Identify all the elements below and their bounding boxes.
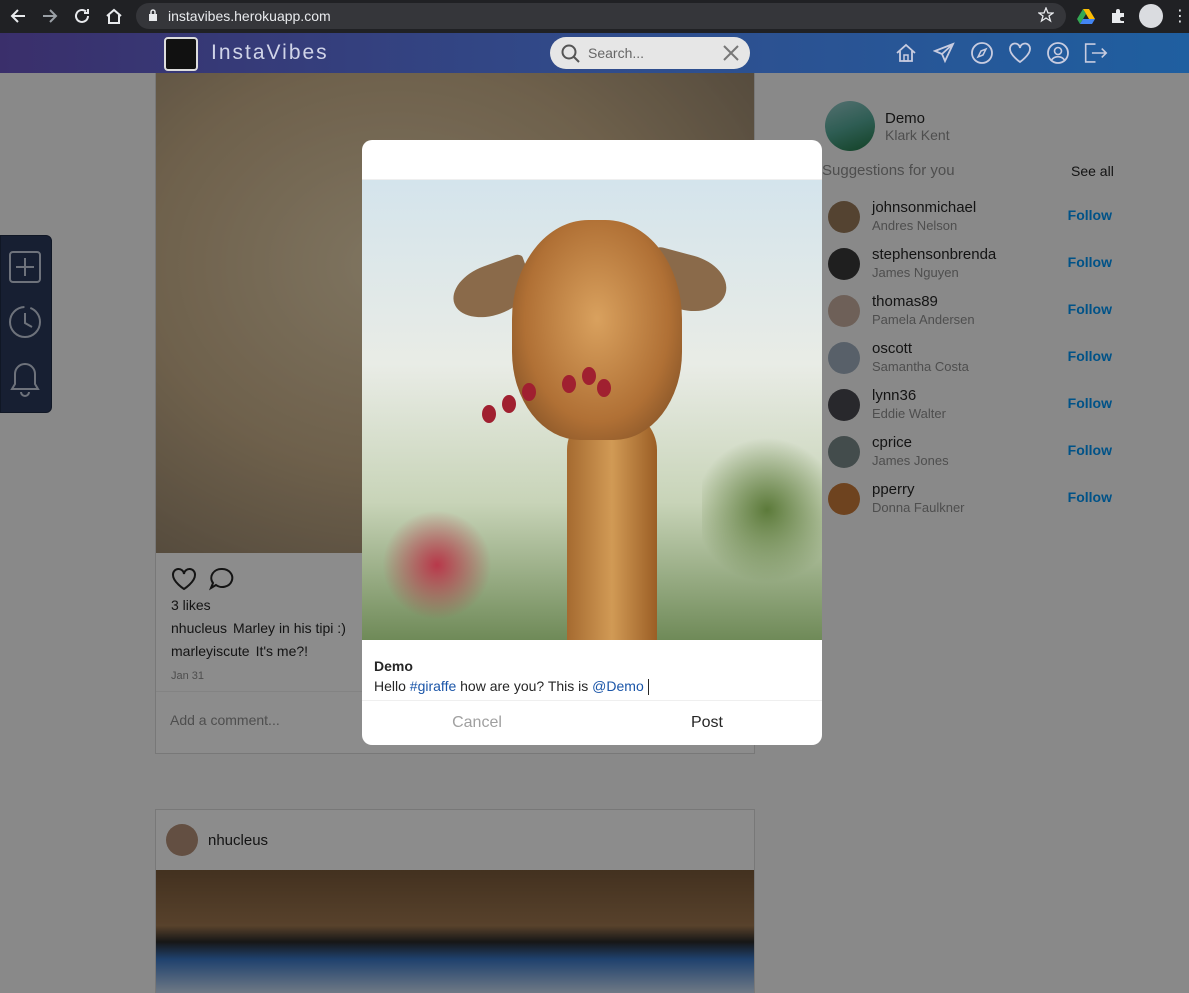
- url-text: instavibes.herokuapp.com: [168, 8, 331, 24]
- modal-header: [362, 140, 822, 180]
- app-logo[interactable]: [164, 37, 198, 71]
- brand-name[interactable]: InstaVibes: [211, 41, 329, 65]
- forward-icon[interactable]: [34, 2, 66, 30]
- hashtag-link[interactable]: #giraffe: [410, 678, 456, 694]
- drive-extension-icon[interactable]: [1074, 4, 1098, 28]
- home-icon[interactable]: [893, 41, 918, 65]
- post-preview-image: [362, 180, 822, 640]
- bookmark-star-icon[interactable]: [1037, 6, 1055, 26]
- address-bar[interactable]: instavibes.herokuapp.com: [136, 3, 1066, 29]
- caption-text: how are you? This is: [456, 678, 593, 694]
- caption-input[interactable]: Hello #giraffe how are you? This is @Dem…: [374, 678, 810, 696]
- clear-search-icon[interactable]: [722, 44, 740, 65]
- lock-icon: [148, 8, 158, 24]
- logout-icon[interactable]: [1083, 41, 1108, 65]
- home-icon[interactable]: [98, 2, 130, 30]
- cancel-button[interactable]: Cancel: [362, 701, 592, 745]
- direct-message-icon[interactable]: [931, 41, 956, 65]
- profile-icon[interactable]: [1045, 41, 1070, 65]
- post-button[interactable]: Post: [592, 701, 822, 745]
- extensions-puzzle-icon[interactable]: [1106, 4, 1130, 28]
- search-input[interactable]: Search...: [550, 37, 750, 69]
- heart-icon[interactable]: [1007, 41, 1032, 65]
- text-cursor: [647, 679, 649, 696]
- browser-toolbar: instavibes.herokuapp.com ⋮: [0, 0, 1189, 33]
- profile-avatar[interactable]: [1139, 4, 1163, 28]
- search-placeholder: Search...: [588, 45, 645, 61]
- new-post-modal: Demo Hello #giraffe how are you? This is…: [362, 140, 822, 745]
- caption-text: Hello: [374, 678, 410, 694]
- back-icon[interactable]: [2, 2, 34, 30]
- more-menu-icon[interactable]: ⋮: [1172, 6, 1188, 26]
- search-icon: [561, 44, 581, 67]
- mention-link[interactable]: @Demo: [592, 678, 644, 694]
- reload-icon[interactable]: [66, 2, 98, 30]
- caption-author: Demo: [374, 658, 413, 674]
- explore-compass-icon[interactable]: [969, 41, 994, 65]
- app-navbar: InstaVibes Search...: [0, 33, 1189, 73]
